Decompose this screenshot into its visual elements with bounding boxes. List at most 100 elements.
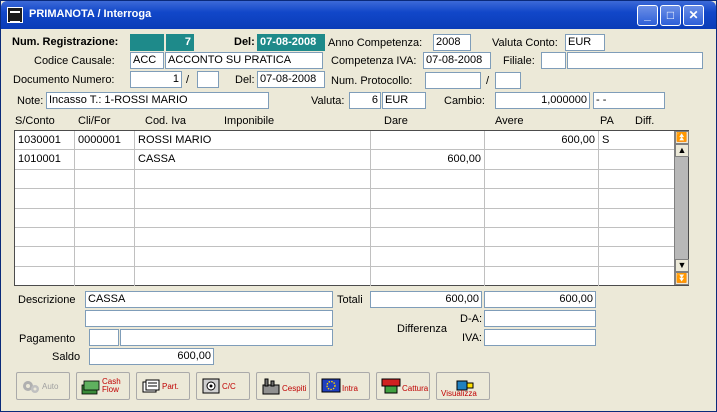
documento-numero-field[interactable]: 1 xyxy=(130,71,182,88)
cell-empty[interactable] xyxy=(371,247,485,267)
cell-clifor[interactable] xyxy=(75,150,135,170)
primanota-window: PRIMANOTA / Interroga _ □ ✕ Num. Registr… xyxy=(0,0,717,412)
intra-button[interactable]: Intra xyxy=(316,372,370,400)
cell-empty[interactable] xyxy=(75,208,135,228)
cell-empty[interactable] xyxy=(135,247,371,267)
cell-empty[interactable] xyxy=(371,208,485,228)
protocollo-serie-field[interactable] xyxy=(495,72,521,89)
filiale-code-field[interactable] xyxy=(541,52,566,69)
competenza-iva-field[interactable]: 07-08-2008 xyxy=(423,52,491,69)
cell-desc[interactable]: ROSSI MARIO xyxy=(135,131,371,150)
cc-button[interactable]: C/C xyxy=(196,372,250,400)
cell-empty[interactable] xyxy=(15,169,75,189)
valuta-conto-field[interactable]: EUR xyxy=(565,34,605,51)
safe-icon xyxy=(202,378,220,394)
cell-empty[interactable] xyxy=(485,169,599,189)
table-row[interactable] xyxy=(15,208,674,228)
cell-empty[interactable] xyxy=(15,266,75,286)
visualizza-button[interactable]: Visualizza xyxy=(436,372,490,400)
visualizza-label: Visualizza xyxy=(441,389,477,398)
cell-empty[interactable] xyxy=(485,266,599,286)
totali-avere-field: 600,00 xyxy=(484,291,596,308)
table-row[interactable] xyxy=(15,169,674,190)
num-registrazione-field[interactable]: 7 xyxy=(166,34,194,51)
table-row[interactable] xyxy=(15,228,674,248)
cell-desc[interactable]: CASSA xyxy=(135,150,371,170)
cell-sconto[interactable]: 1030001 xyxy=(15,131,75,150)
cambio-field[interactable]: 1,000000 xyxy=(495,92,590,109)
scroll-top-icon[interactable]: ⏫ xyxy=(675,131,689,144)
cell-empty[interactable] xyxy=(75,247,135,267)
cell-dare[interactable]: 600,00 xyxy=(371,150,485,170)
scroll-down-icon[interactable]: ▼ xyxy=(675,259,689,272)
valuta-code-field[interactable]: 6 xyxy=(349,92,381,109)
del-date-field[interactable]: 07-08-2008 xyxy=(257,34,325,51)
table-row[interactable] xyxy=(15,189,674,209)
cattura-button[interactable]: Cattura xyxy=(376,372,430,400)
cell-pa[interactable]: S xyxy=(599,131,674,150)
cell-empty[interactable] xyxy=(15,247,75,267)
cespiti-button[interactable]: Cespiti xyxy=(256,372,310,400)
cell-empty[interactable] xyxy=(75,169,135,189)
cell-empty[interactable] xyxy=(135,189,371,209)
cell-empty[interactable] xyxy=(485,208,599,228)
cell-dare[interactable] xyxy=(371,131,485,150)
cell-empty[interactable] xyxy=(135,169,371,189)
scroll-up-icon[interactable]: ▲ xyxy=(675,144,689,157)
anno-competenza-field[interactable]: 2008 xyxy=(433,34,471,51)
cell-sconto[interactable]: 1010001 xyxy=(15,150,75,170)
cell-empty[interactable] xyxy=(135,266,371,286)
valuta-value-field[interactable]: EUR xyxy=(382,92,426,109)
table-row[interactable] xyxy=(15,247,674,267)
cell-avere[interactable] xyxy=(485,150,599,170)
descrizione-field[interactable]: CASSA xyxy=(85,291,333,308)
auto-button[interactable]: Auto xyxy=(16,372,70,400)
descrizione-field-2[interactable] xyxy=(85,310,333,327)
cell-empty[interactable] xyxy=(135,228,371,247)
num-protocollo-field[interactable] xyxy=(425,72,481,89)
col-header-clifor: Cli/For xyxy=(78,115,111,127)
doc-del-label: Del: xyxy=(235,74,255,86)
table-row[interactable]: 1030001 0000001 ROSSI MARIO 600,00 S xyxy=(15,131,674,151)
grid-scrollbar[interactable]: ⏫ ▲ ▼ ⏬ xyxy=(674,131,689,285)
doc-del-field[interactable]: 07-08-2008 xyxy=(257,71,325,88)
filiale-desc-field[interactable] xyxy=(567,52,703,69)
cell-clifor[interactable]: 0000001 xyxy=(75,131,135,150)
cell-empty[interactable] xyxy=(15,189,75,209)
note-field[interactable]: Incasso T.: 1-ROSSI MARIO xyxy=(46,92,269,109)
close-button[interactable]: ✕ xyxy=(683,5,704,26)
cell-empty[interactable] xyxy=(371,228,485,247)
codice-causale-code-field[interactable]: ACC xyxy=(130,52,164,69)
cell-empty[interactable] xyxy=(485,189,599,209)
cell-empty[interactable] xyxy=(371,169,485,189)
partite-button[interactable]: Part. xyxy=(136,372,190,400)
cell-empty[interactable] xyxy=(15,208,75,228)
movements-grid[interactable]: 1030001 0000001 ROSSI MARIO 600,00 S 101… xyxy=(14,130,689,286)
minimize-button[interactable]: _ xyxy=(637,5,658,26)
cell-empty[interactable] xyxy=(75,228,135,247)
table-row[interactable] xyxy=(15,266,674,286)
pagamento-desc-field[interactable] xyxy=(120,329,333,346)
cell-empty[interactable] xyxy=(485,247,599,267)
cell-empty[interactable] xyxy=(371,189,485,209)
cell-empty[interactable] xyxy=(75,189,135,209)
cell-empty[interactable] xyxy=(15,228,75,247)
documento-serie-field[interactable] xyxy=(197,71,219,88)
table-row[interactable]: 1010001 CASSA 600,00 xyxy=(15,150,674,170)
pagamento-code-field[interactable] xyxy=(89,329,119,346)
maximize-button[interactable]: □ xyxy=(660,5,681,26)
cash-flow-button[interactable]: Cash Flow xyxy=(76,372,130,400)
pagamento-label: Pagamento xyxy=(19,333,76,345)
filiale-label: Filiale: xyxy=(503,55,535,67)
cell-empty[interactable] xyxy=(75,266,135,286)
codice-causale-desc-field[interactable]: ACCONTO SU PRATICA xyxy=(165,52,323,69)
cell-empty[interactable] xyxy=(371,266,485,286)
cell-empty[interactable] xyxy=(485,228,599,247)
scroll-bottom-icon[interactable]: ⏬ xyxy=(675,272,689,285)
cell-pa[interactable] xyxy=(599,150,674,169)
num-registrazione-prefix[interactable] xyxy=(130,34,164,51)
cambio-extra-field[interactable]: - - xyxy=(593,92,665,109)
title-bar[interactable]: PRIMANOTA / Interroga _ □ ✕ xyxy=(1,1,716,29)
cell-avere[interactable]: 600,00 xyxy=(485,131,599,150)
cell-empty[interactable] xyxy=(135,208,371,228)
